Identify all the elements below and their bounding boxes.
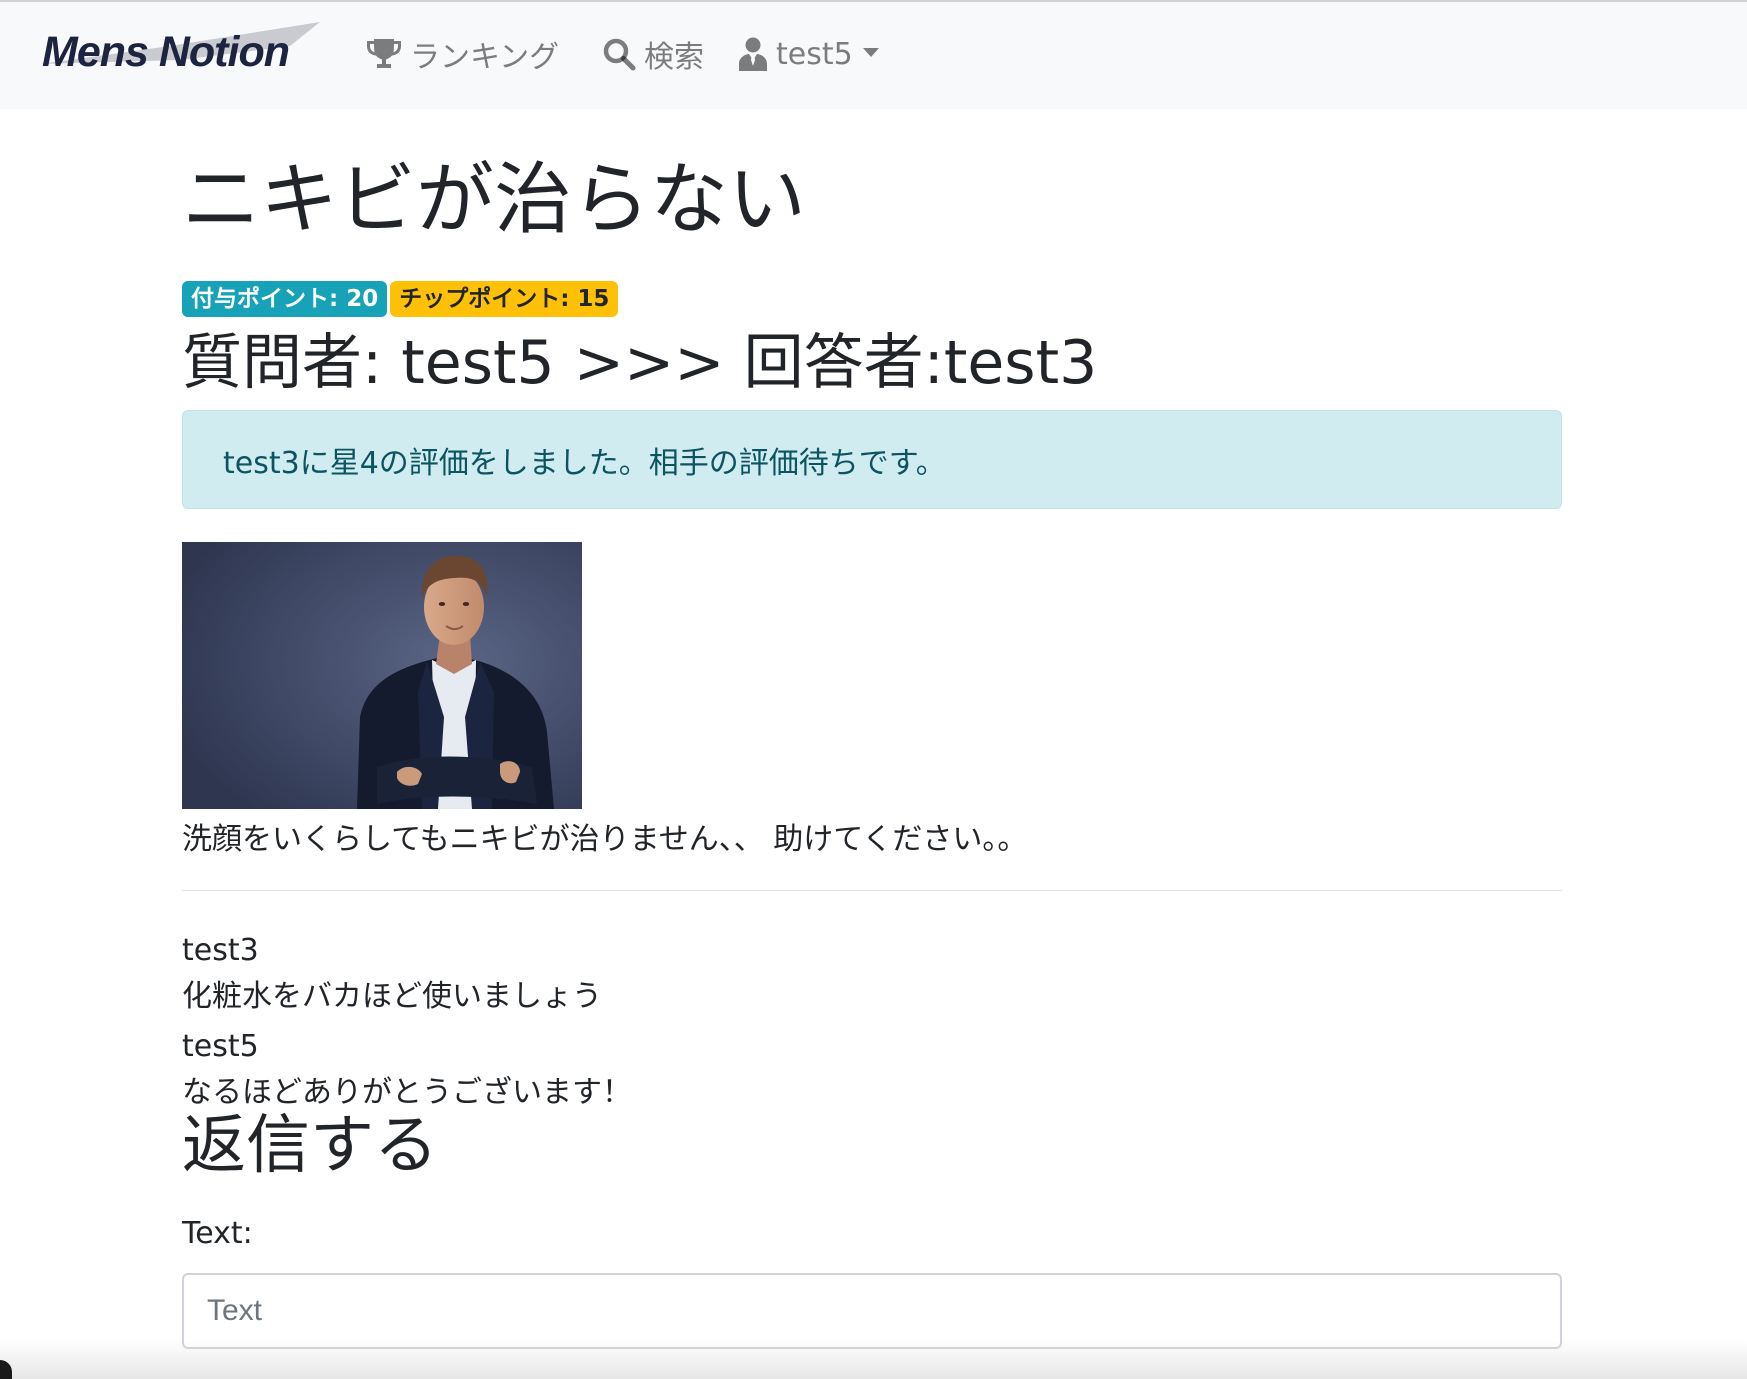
tip-points-badge: チップポイント: 15 xyxy=(390,281,619,317)
divider xyxy=(182,890,1562,891)
reply-author: test5 xyxy=(182,1029,259,1064)
brand-logo[interactable]: Mens Notion xyxy=(40,22,325,82)
nav-search-label: 検索 xyxy=(644,40,704,75)
participants-heading: 質問者: test5 >>> 回答者:test3 xyxy=(182,328,1098,398)
question-body: 洗顔をいくらしてもニキビが治りません、、 助けてください。。 xyxy=(182,822,1028,857)
reply-author: test3 xyxy=(182,933,259,968)
text-field-label: Text: xyxy=(182,1216,253,1251)
reply-text: 化粧水をバカほど使いましょう xyxy=(182,979,602,1014)
brand-name: Mens Notion xyxy=(42,28,290,76)
nav-search-link[interactable]: 検索 xyxy=(602,32,704,76)
reply-form-heading: 返信する xyxy=(182,1109,438,1183)
nav-ranking-label: ランキング xyxy=(410,40,560,75)
chevron-down-icon xyxy=(862,47,879,57)
reply-text-input[interactable] xyxy=(182,1273,1562,1349)
nav-ranking-link[interactable]: ランキング xyxy=(366,32,559,76)
alert-text: test3に星4の評価をしました。相手の評価待ちです。 xyxy=(223,445,946,481)
nav-user-dropdown[interactable]: test5 xyxy=(738,32,879,76)
trophy-icon xyxy=(367,39,401,68)
navbar: Mens Notion ランキング 検索 test5 xyxy=(0,0,1747,109)
rating-status-alert: test3に星4の評価をしました。相手の評価待ちです。 xyxy=(182,410,1562,509)
user-icon xyxy=(739,37,767,71)
badge-group: 付与ポイント: 20 チップポイント: 15 xyxy=(182,281,619,317)
portrait-image xyxy=(182,542,582,809)
search-icon xyxy=(603,38,636,71)
page-title: ニキビが治らない xyxy=(182,155,807,245)
award-points-badge: 付与ポイント: 20 xyxy=(182,281,388,317)
question-photo xyxy=(182,542,582,809)
window-corner xyxy=(0,1360,12,1379)
nav-user-label: test5 xyxy=(776,36,853,72)
reply-text: なるほどありがとうございます！ xyxy=(182,1075,632,1110)
